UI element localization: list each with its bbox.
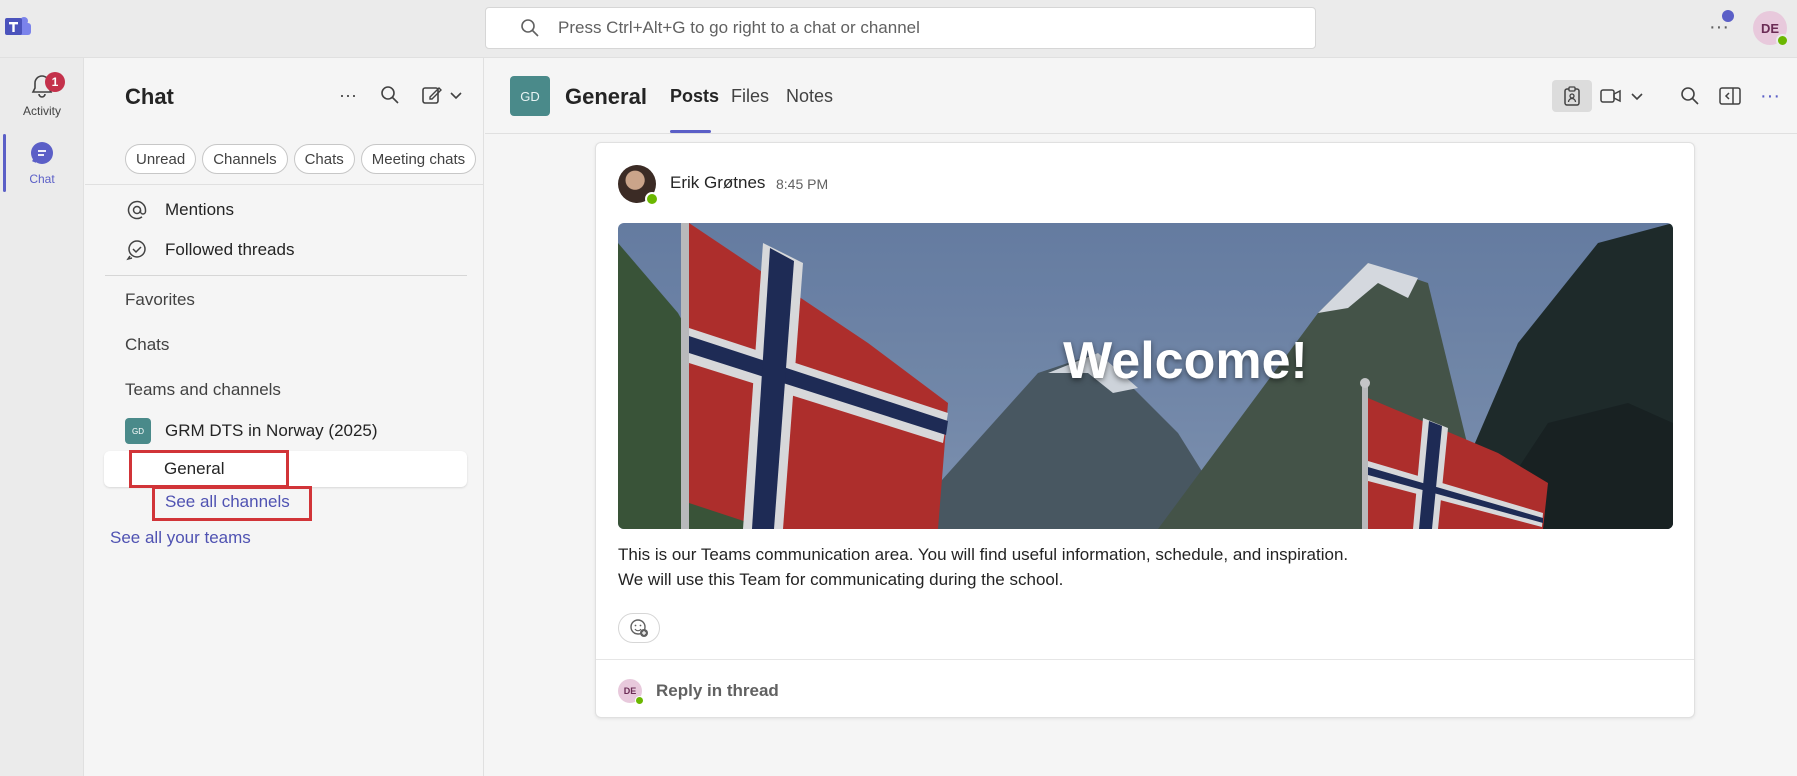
highlight-box [152, 486, 312, 521]
search-icon [521, 19, 539, 37]
presence-available-icon [1776, 34, 1789, 47]
chat-icon [31, 142, 53, 164]
channel-title: General [565, 84, 647, 109]
rail-chat[interactable]: Chat [0, 134, 84, 200]
presence-available-icon [645, 192, 659, 206]
post-card: Erik Grøtnes 8:45 PM Welcome! This is ou… [595, 142, 1695, 718]
filter-meeting-chats[interactable]: Meeting chats [360, 144, 477, 174]
panel-toolbar: ··· [333, 80, 467, 110]
post-time: 8:45 PM [776, 176, 829, 192]
filter-chips: Unread Channels Chats Meeting chats [125, 144, 477, 174]
chat-list-panel: Chat ··· Unread Channels Chats Meeting c… [85, 58, 484, 776]
followed-threads-icon [125, 238, 149, 262]
divider [85, 184, 484, 185]
activity-count-badge: 1 [45, 72, 65, 92]
search-placeholder: Press Ctrl+Alt+G to go right to a chat o… [558, 18, 920, 37]
reply-avatar-initials: DE [623, 686, 637, 696]
reply-in-thread-button[interactable]: Reply in thread [656, 681, 779, 701]
video-call-button[interactable] [1597, 80, 1647, 112]
user-avatar[interactable]: DE [1753, 11, 1789, 47]
divider [596, 659, 1694, 660]
chevron-down-icon [450, 92, 462, 100]
post-author[interactable]: Erik Grøtnes [670, 173, 765, 193]
at-sign-icon [125, 198, 149, 222]
tab-notes[interactable]: Notes [786, 86, 833, 107]
filter-channels[interactable]: Channels [202, 144, 288, 174]
reply-avatar: DE [618, 679, 644, 705]
post-body-line: This is our Teams communication area. Yo… [618, 545, 1349, 564]
add-reaction-button[interactable] [618, 613, 660, 643]
active-tab-indicator [670, 130, 711, 133]
search-icon[interactable] [1674, 80, 1706, 112]
rail-activity-label: Activity [22, 104, 61, 118]
app-rail: Activity 1 Chat [0, 58, 84, 776]
post-body-line: We will use this Team for communicating … [618, 570, 1064, 589]
followed-threads-item[interactable]: Followed threads [125, 238, 294, 262]
chevron-down-icon [1631, 93, 1643, 101]
rail-activity[interactable]: Activity 1 [0, 66, 84, 132]
highlight-box [129, 450, 289, 488]
filter-search-icon[interactable] [375, 80, 405, 110]
see-all-teams-link[interactable]: See all your teams [110, 528, 251, 548]
welcome-banner-image: Welcome! [618, 223, 1673, 529]
divider [105, 275, 467, 276]
favorites-section[interactable]: Favorites [125, 290, 195, 310]
team-item[interactable]: GD GRM DTS in Norway (2025) [125, 418, 378, 444]
clipboard-icon[interactable] [1552, 80, 1592, 112]
new-chat-icon[interactable] [417, 80, 467, 110]
more-options-icon[interactable]: ··· [333, 80, 363, 110]
team-avatar: GD [125, 418, 151, 444]
teams-logo-icon[interactable] [4, 14, 32, 40]
channel-main: GD General Posts Files Notes ··· Erik Gr… [485, 58, 1797, 776]
panel-title: Chat [125, 84, 174, 109]
author-avatar[interactable] [618, 165, 659, 206]
chats-section[interactable]: Chats [125, 335, 169, 355]
emoji-add-icon [630, 619, 648, 637]
filter-chats[interactable]: Chats [293, 144, 355, 174]
more-options-icon[interactable]: ··· [1754, 80, 1786, 112]
mentions-label: Mentions [165, 200, 234, 219]
followed-threads-label: Followed threads [165, 240, 295, 259]
title-bar: Press Ctrl+Alt+G to go right to a chat o… [0, 0, 1797, 58]
teams-channels-section[interactable]: Teams and channels [125, 380, 281, 400]
open-panel-icon[interactable] [1714, 80, 1746, 112]
search-bar[interactable]: Press Ctrl+Alt+G to go right to a chat o… [485, 7, 1316, 49]
team-name: GRM DTS in Norway (2025) [165, 421, 378, 440]
filter-unread[interactable]: Unread [125, 144, 197, 174]
tab-files[interactable]: Files [731, 86, 769, 107]
notification-dot [1722, 10, 1734, 22]
channel-avatar: GD [510, 76, 550, 116]
user-initials: DE [1760, 20, 1780, 36]
presence-available-icon [635, 696, 644, 705]
channel-header: GD General Posts Files Notes ··· [485, 58, 1797, 134]
mentions-item[interactable]: Mentions [125, 198, 234, 222]
video-icon [1600, 89, 1621, 103]
tab-posts[interactable]: Posts [670, 86, 719, 107]
rail-chat-label: Chat [29, 172, 55, 186]
